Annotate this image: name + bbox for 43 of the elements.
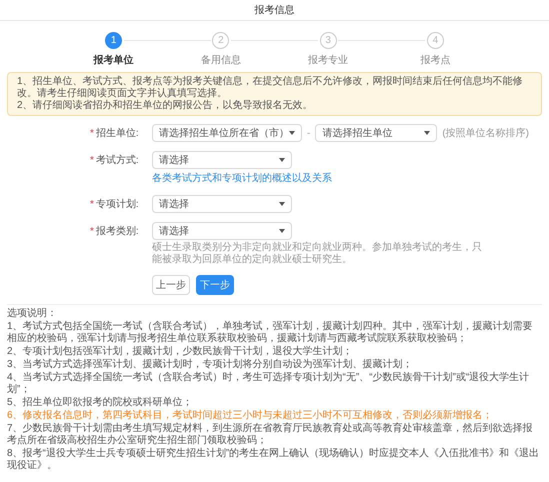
required-asterisk: * — [90, 154, 94, 168]
page-title: 报考信息 — [254, 4, 294, 18]
select-field[interactable]: 请选择招生单位 — [315, 124, 438, 142]
select-field[interactable]: 请选择 — [152, 222, 292, 240]
required-asterisk: * — [90, 198, 94, 212]
step-label: 备用信息 — [200, 54, 241, 68]
note-text: 6、修改报名信息时，第四考试科目，考试时间超过三小时与未超过三小时不可互相修改，否则必须新增报名； — [7, 410, 494, 422]
caret-icon — [289, 131, 295, 135]
hint-text: (按照单位名称排序) — [442, 126, 530, 140]
required-asterisk: * — [90, 126, 94, 140]
note-text: 7、少数民族骨干计划需由考生填写规定材料，到生源所在省教育厅民族教育处或高等教育处审核盖章，然后到欲选择报考点所在省级高校招生办公室研究生招生部门领取校验码； — [7, 423, 534, 447]
field-label: 报考类别: — [96, 224, 139, 238]
step-number: 2 — [212, 32, 230, 49]
step-label: 报考专业 — [308, 54, 348, 68]
note-text: 1、考试方式包括全国统一考试（含联合考试），单独考试，强军计划，援藏计划四种。其中，强军计划，援藏计划需要相应的校验码，强军计划请与报考招生单位联系获取校验码，援藏计划请与西藏考试院联系获取校验码； — [7, 321, 534, 345]
step-label: 报考点 — [420, 54, 450, 68]
select-field[interactable]: 请选择招生单位所在省（市） — [152, 124, 302, 142]
note-text: 4、当考试方式选择全国统一考试（含联合考试）时，考生可选择专项计划为“无”、“少数民族骨干计划”或“退役大学生计划”； — [7, 372, 530, 396]
previous-button[interactable]: 上一步 — [152, 275, 190, 295]
notes-title: 选项说明： — [7, 308, 58, 320]
select-field[interactable]: 请选择 — [152, 195, 292, 213]
field-label: 招生单位: — [96, 126, 139, 140]
info-link[interactable]: 各类考试方式和专项计划的概述以及关系 — [152, 171, 332, 186]
field-label: 考试方式: — [96, 154, 139, 168]
caret-icon — [279, 158, 285, 162]
notice-text: 1、招生单位、考试方式、报考点等为报考关键信息，在提交信息后不允许修改，网报时间结束后任何信息均不能修改。请考生仔细阅读页面文字并认真填写选择。 — [17, 76, 524, 100]
caret-icon — [424, 131, 430, 135]
note-text: 8、报考“退役大学生士兵专项硕士研究生招生计划”的考生在网上确认（现场确认）时应提交本人《入伍批准书》和《退出现役证》。 — [7, 448, 540, 472]
step-number: 1 — [105, 32, 122, 49]
note-text: 3、当考试方式选择强军计划、援藏计划时，专项计划将分别自动设为强军计划、援藏计划； — [7, 359, 414, 371]
note-text: 5、招生单位即欲报考的院校或科研单位； — [7, 397, 194, 409]
required-asterisk: * — [90, 224, 94, 238]
note-text: 2、专项计划包括强军计划，援藏计划，少数民族骨干计划，退役大学生计划； — [7, 346, 354, 358]
step-number: 3 — [320, 32, 337, 49]
separator-text: - — [307, 126, 310, 140]
step-number: 4 — [426, 32, 444, 49]
caret-icon — [279, 202, 285, 206]
step-label: 报考单位 — [94, 54, 134, 68]
field-label: 专项计划: — [96, 198, 139, 212]
notice-text: 2、请仔细阅读省招办和招生单位的网报公告，以免导致报名无效。 — [17, 100, 314, 112]
field-description: 硕士生录取类别分为非定向就业和定向就业两种。参加单独考试的考生，只能被录取为回原单位的定向就业硕士研究生。 — [152, 242, 482, 266]
caret-icon — [279, 229, 285, 233]
select-field[interactable]: 请选择 — [152, 151, 292, 169]
